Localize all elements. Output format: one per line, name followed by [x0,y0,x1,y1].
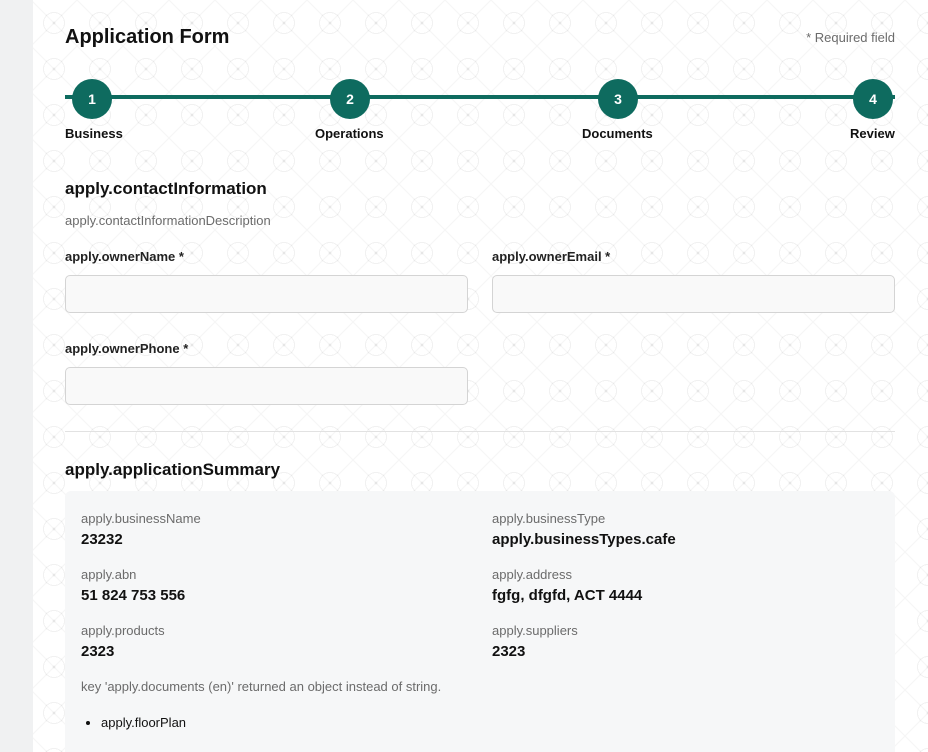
step-2-label: Operations [315,126,384,141]
section-divider [65,431,895,432]
owner-name-label: apply.ownerName * [65,249,184,264]
summary-section-title: apply.applicationSummary [65,460,281,479]
step-2-indicator[interactable]: 2 [330,79,370,119]
business-name-value: 23232 [81,531,123,548]
contact-section-title: apply.contactInformation [65,179,267,198]
step-3-indicator[interactable]: 3 [598,79,638,119]
products-label: apply.products [81,623,165,638]
summary-panel: apply.businessName 23232 apply.businessT… [65,491,895,752]
documents-list: apply.floorPlan [81,715,186,730]
step-4-indicator[interactable]: 4 [853,79,893,119]
step-4-label: Review [850,126,895,141]
required-field-note: * Required field [806,30,895,45]
abn-value: 51 824 753 556 [81,587,186,604]
step-3-label: Documents [582,126,653,141]
stepper-progress-line [65,95,895,99]
owner-name-input[interactable] [65,275,468,313]
step-1-label: Business [65,126,123,141]
business-type-value: apply.businessTypes.cafe [492,531,676,548]
business-type-label: apply.businessType [492,511,606,526]
suppliers-value: 2323 [492,643,526,660]
application-form-card: Application Form * Required field 1 Busi… [33,0,928,752]
suppliers-label: apply.suppliers [492,623,578,638]
contact-section-description: apply.contactInformationDescription [65,213,271,228]
step-2-number: 2 [346,91,354,107]
step-3-number: 3 [614,91,622,107]
step-1-number: 1 [88,91,96,107]
address-value: fgfg, dfgfd, ACT 4444 [492,587,643,604]
document-item: apply.floorPlan [101,715,186,730]
products-value: 2323 [81,643,115,660]
step-1-indicator[interactable]: 1 [72,79,112,119]
step-4-number: 4 [869,91,877,107]
page-title: Application Form [65,26,230,48]
owner-email-label: apply.ownerEmail * [492,249,611,264]
owner-email-input[interactable] [492,275,895,313]
documents-error-message: key 'apply.documents (en)' returned an o… [81,679,442,694]
owner-phone-label: apply.ownerPhone * [65,341,189,356]
abn-label: apply.abn [81,567,137,582]
owner-phone-input[interactable] [65,367,468,405]
business-name-label: apply.businessName [81,511,201,526]
address-label: apply.address [492,567,572,582]
